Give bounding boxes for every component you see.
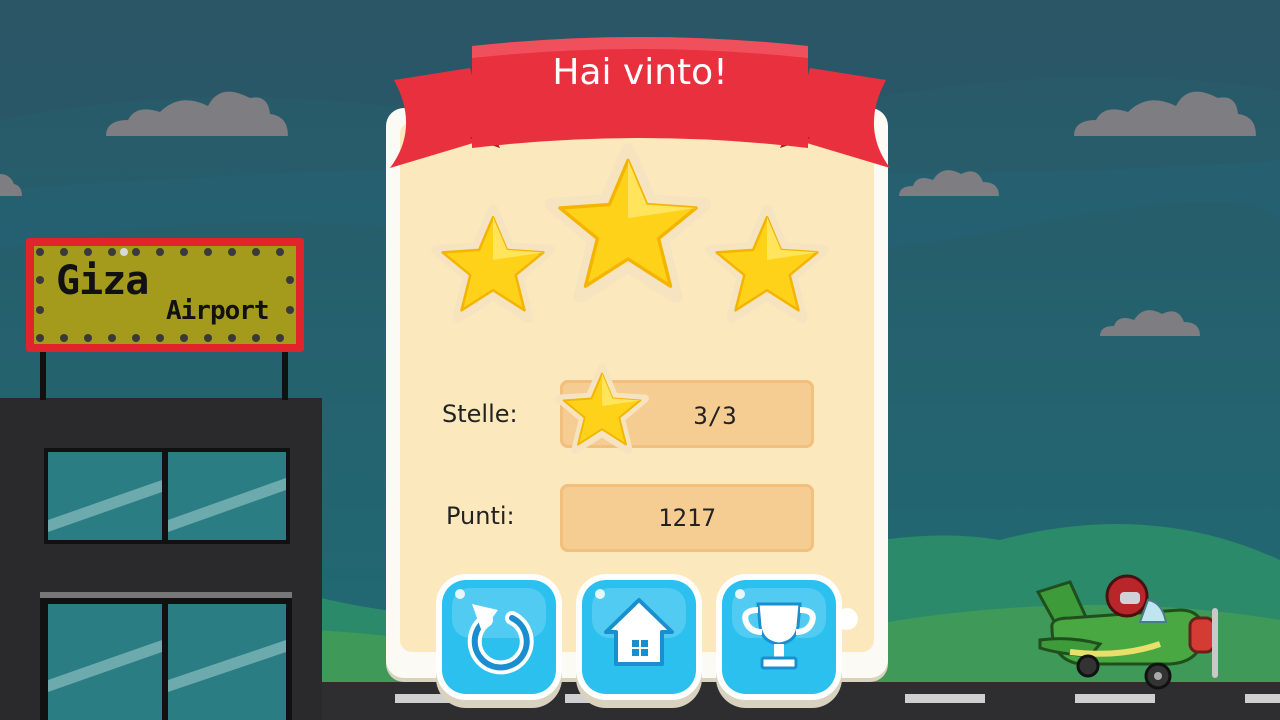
panel-sparkle-icon <box>836 608 858 630</box>
star-icon <box>705 204 829 323</box>
trophy-icon <box>735 589 816 670</box>
trophy-button[interactable] <box>722 580 836 694</box>
cloud <box>899 170 999 196</box>
cloud <box>106 91 288 136</box>
restart-button[interactable] <box>442 580 556 694</box>
airport-sign: Giza Airport <box>26 238 304 352</box>
dialog-title: Hai vinto! <box>552 52 728 93</box>
home-button[interactable] <box>582 580 696 694</box>
points-value: 1217 <box>658 504 716 532</box>
sign-line-1: Giza <box>56 258 149 304</box>
cloud <box>0 174 22 196</box>
sign-line-2: Airport <box>166 296 270 326</box>
small-star-icon <box>554 363 650 455</box>
cloud <box>1074 91 1256 136</box>
airplane-icon <box>1035 574 1218 690</box>
stars-label: Stelle: <box>442 400 518 428</box>
home-icon <box>595 589 674 666</box>
restart-icon <box>455 589 534 675</box>
star-icon <box>544 143 712 304</box>
points-label: Punti: <box>446 502 515 530</box>
stars-value: 3/3 <box>693 402 737 430</box>
star-icon <box>431 204 555 323</box>
cloud <box>1100 310 1200 336</box>
